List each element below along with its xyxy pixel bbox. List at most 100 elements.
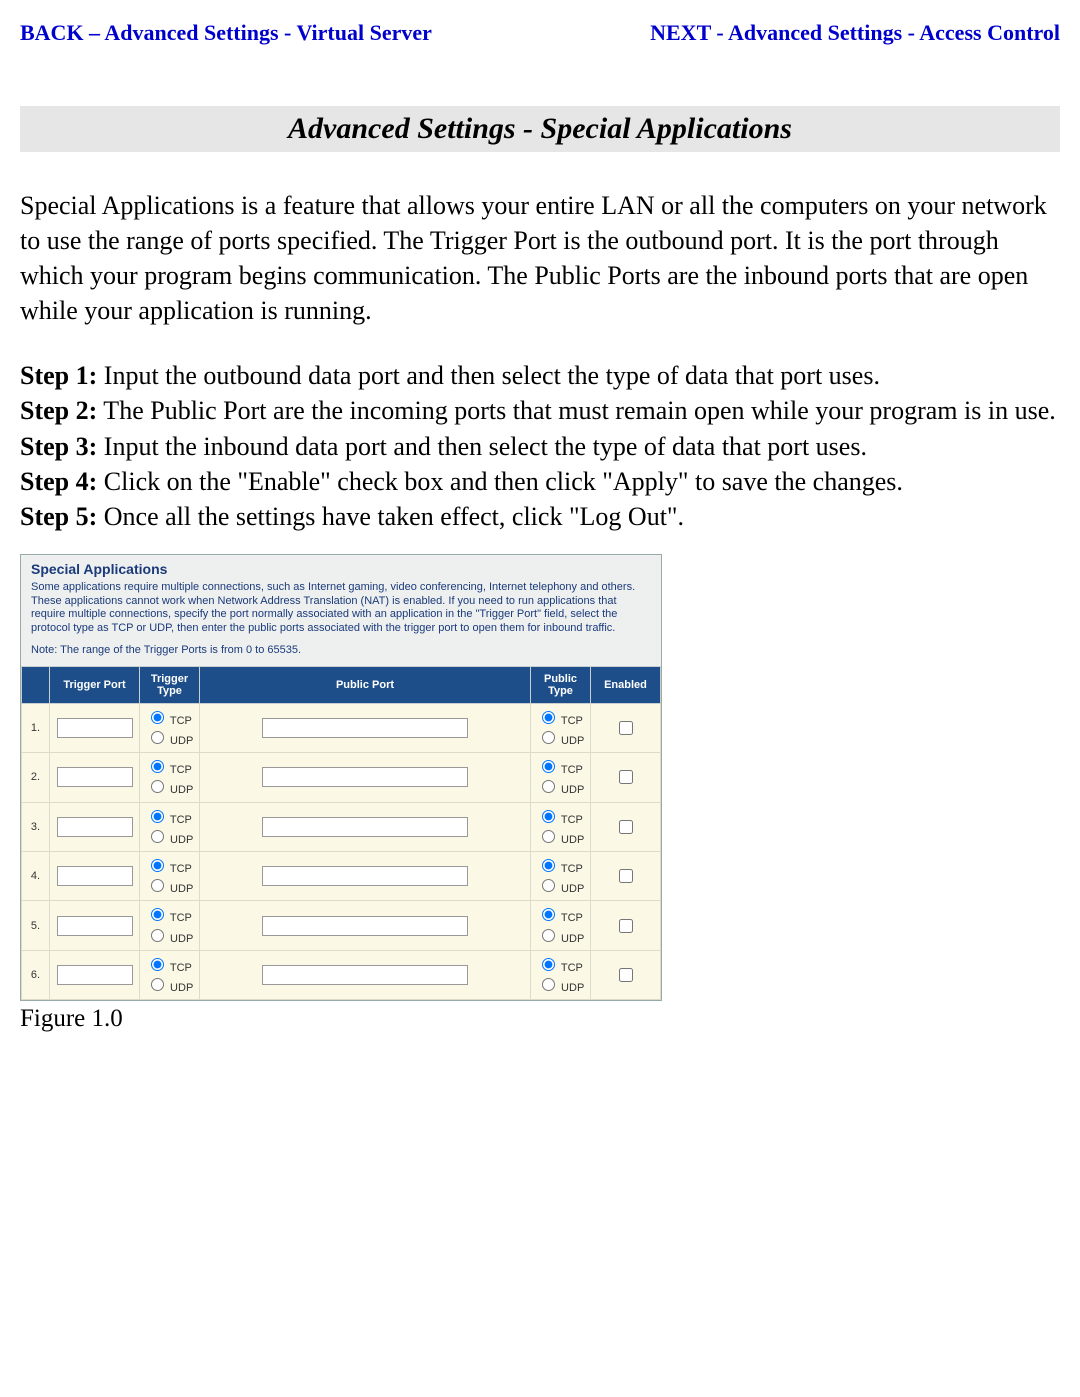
trigger-port-input[interactable]: [57, 866, 133, 886]
step-text: Input the outbound data port and then se…: [97, 361, 880, 390]
panel-title: Special Applications: [21, 555, 661, 577]
public-port-input[interactable]: [262, 965, 468, 985]
trigger-type-tcp[interactable]: TCP: [146, 955, 193, 975]
special-applications-table: Trigger Port Trigger Type Public Port Pu…: [21, 666, 661, 1000]
trigger-type-cell: TCP UDP: [140, 753, 200, 802]
trigger-type-udp[interactable]: UDP: [146, 876, 193, 896]
public-type-tcp[interactable]: TCP: [537, 856, 584, 876]
public-type-tcp[interactable]: TCP: [537, 757, 584, 777]
trigger-port-input[interactable]: [57, 965, 133, 985]
enabled-cell: [591, 802, 661, 851]
trigger-port-input[interactable]: [57, 817, 133, 837]
step-item: Step 2: The Public Port are the incoming…: [20, 393, 1060, 428]
col-header-index: [22, 666, 50, 703]
nav-row: BACK – Advanced Settings - Virtual Serve…: [20, 20, 1060, 46]
enabled-checkbox[interactable]: [619, 869, 633, 883]
public-type-udp[interactable]: UDP: [537, 876, 584, 896]
trigger-type-tcp[interactable]: TCP: [146, 708, 193, 728]
trigger-port-cell: [50, 753, 140, 802]
page-title: Advanced Settings - Special Applications: [20, 106, 1060, 152]
step-text: The Public Port are the incoming ports t…: [97, 396, 1055, 425]
row-index: 2.: [22, 753, 50, 802]
enabled-cell: [591, 851, 661, 900]
panel-note: Note: The range of the Trigger Ports is …: [21, 638, 661, 666]
public-type-cell: TCP UDP: [531, 901, 591, 950]
intro-text: Special Applications is a feature that a…: [20, 188, 1060, 328]
figure-caption: Figure 1.0: [20, 1005, 1060, 1033]
trigger-type-tcp[interactable]: TCP: [146, 757, 193, 777]
public-type-udp[interactable]: UDP: [537, 926, 584, 946]
enabled-checkbox[interactable]: [619, 968, 633, 982]
enabled-checkbox[interactable]: [619, 770, 633, 784]
trigger-type-udp[interactable]: UDP: [146, 926, 193, 946]
row-index: 3.: [22, 802, 50, 851]
trigger-type-cell: TCP UDP: [140, 851, 200, 900]
step-text: Input the inbound data port and then sel…: [97, 432, 867, 461]
trigger-port-cell: [50, 901, 140, 950]
trigger-port-input[interactable]: [57, 916, 133, 936]
public-type-tcp[interactable]: TCP: [537, 708, 584, 728]
public-type-cell: TCP UDP: [531, 802, 591, 851]
trigger-type-udp[interactable]: UDP: [146, 975, 193, 995]
row-index: 1.: [22, 703, 50, 752]
public-port-input[interactable]: [262, 916, 468, 936]
trigger-port-input[interactable]: [57, 718, 133, 738]
public-port-input[interactable]: [262, 817, 468, 837]
public-type-cell: TCP UDP: [531, 753, 591, 802]
row-index: 4.: [22, 851, 50, 900]
trigger-type-cell: TCP UDP: [140, 703, 200, 752]
trigger-type-tcp[interactable]: TCP: [146, 856, 193, 876]
enabled-cell: [591, 703, 661, 752]
public-port-cell: [200, 901, 531, 950]
enabled-checkbox[interactable]: [619, 820, 633, 834]
public-type-udp[interactable]: UDP: [537, 777, 584, 797]
table-row: 2. TCP UDP TCP UDP: [22, 753, 661, 802]
public-type-tcp[interactable]: TCP: [537, 807, 584, 827]
public-port-input[interactable]: [262, 767, 468, 787]
special-applications-panel: Special Applications Some applications r…: [20, 554, 662, 1001]
public-port-cell: [200, 802, 531, 851]
table-row: 3. TCP UDP TCP UDP: [22, 802, 661, 851]
public-type-tcp[interactable]: TCP: [537, 905, 584, 925]
table-row: 4. TCP UDP TCP UDP: [22, 851, 661, 900]
step-label: Step 3:: [20, 432, 97, 461]
col-header-public-port: Public Port: [200, 666, 531, 703]
table-row: 6. TCP UDP TCP UDP: [22, 950, 661, 999]
public-type-cell: TCP UDP: [531, 851, 591, 900]
public-port-input[interactable]: [262, 718, 468, 738]
trigger-type-udp[interactable]: UDP: [146, 728, 193, 748]
step-text: Click on the "Enable" check box and then…: [97, 467, 903, 496]
public-type-udp[interactable]: UDP: [537, 728, 584, 748]
public-type-tcp[interactable]: TCP: [537, 955, 584, 975]
enabled-checkbox[interactable]: [619, 919, 633, 933]
trigger-type-tcp[interactable]: TCP: [146, 905, 193, 925]
panel-description: Some applications require multiple conne…: [21, 577, 661, 638]
trigger-type-udp[interactable]: UDP: [146, 777, 193, 797]
col-header-trigger-port: Trigger Port: [50, 666, 140, 703]
table-row: 1. TCP UDP TCP UDP: [22, 703, 661, 752]
trigger-port-cell: [50, 802, 140, 851]
steps-list: Step 1: Input the outbound data port and…: [20, 358, 1060, 533]
trigger-port-input[interactable]: [57, 767, 133, 787]
step-item: Step 5: Once all the settings have taken…: [20, 499, 1060, 534]
back-link[interactable]: BACK – Advanced Settings - Virtual Serve…: [20, 20, 432, 46]
public-type-udp[interactable]: UDP: [537, 827, 584, 847]
step-item: Step 1: Input the outbound data port and…: [20, 358, 1060, 393]
col-header-public-type: Public Type: [531, 666, 591, 703]
trigger-port-cell: [50, 950, 140, 999]
public-type-udp[interactable]: UDP: [537, 975, 584, 995]
step-label: Step 4:: [20, 467, 97, 496]
public-port-input[interactable]: [262, 866, 468, 886]
trigger-port-cell: [50, 851, 140, 900]
enabled-checkbox[interactable]: [619, 721, 633, 735]
trigger-type-tcp[interactable]: TCP: [146, 807, 193, 827]
trigger-type-udp[interactable]: UDP: [146, 827, 193, 847]
enabled-cell: [591, 950, 661, 999]
col-header-trigger-type: Trigger Type: [140, 666, 200, 703]
step-item: Step 4: Click on the "Enable" check box …: [20, 464, 1060, 499]
next-link[interactable]: NEXT - Advanced Settings - Access Contro…: [650, 20, 1060, 46]
public-port-cell: [200, 950, 531, 999]
public-type-cell: TCP UDP: [531, 703, 591, 752]
public-port-cell: [200, 851, 531, 900]
public-port-cell: [200, 753, 531, 802]
